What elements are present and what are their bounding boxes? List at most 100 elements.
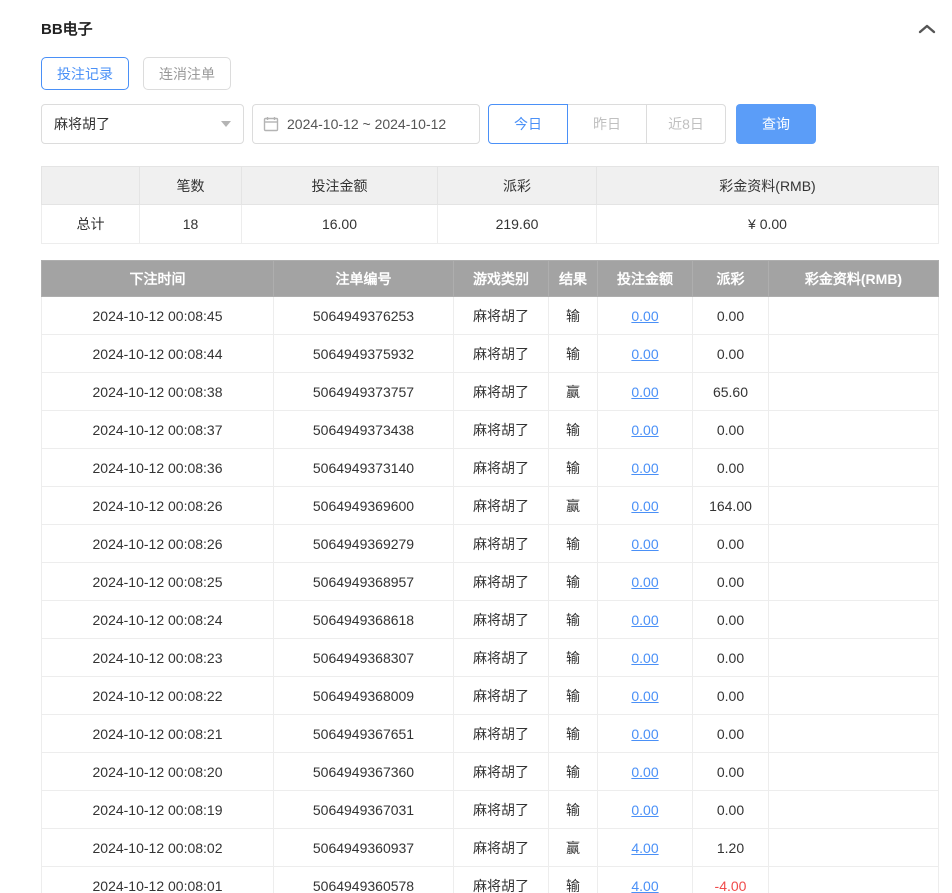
yesterday-button[interactable]: 昨日 (567, 104, 647, 144)
bet-amount-link[interactable]: 0.00 (631, 688, 658, 704)
game-type-cell: 麻将胡了 (453, 410, 549, 449)
bet-amount-link[interactable]: 0.00 (631, 802, 658, 818)
bet-time-cell: 2024-10-12 00:08:38 (41, 372, 274, 411)
game-type-select-value: 麻将胡了 (54, 116, 110, 132)
tab-bet-records[interactable]: 投注记录 (41, 57, 129, 90)
bonus-cell (768, 410, 939, 449)
result-cell: 输 (548, 752, 598, 791)
order-id-cell: 5064949368009 (273, 676, 454, 715)
payout-cell: 0.00 (692, 334, 769, 373)
game-type-cell: 麻将胡了 (453, 828, 549, 867)
bonus-cell (768, 524, 939, 563)
bonus-cell (768, 486, 939, 525)
bet-amount-link[interactable]: 4.00 (631, 878, 658, 893)
bet-amount-link[interactable]: 0.00 (631, 384, 658, 400)
order-id-cell: 5064949373438 (273, 410, 454, 449)
records-header-row: 下注时间 注单编号 游戏类别 结果 投注金额 派彩 彩金资料(RMB) (41, 260, 939, 297)
table-row: 2024-10-12 00:08:38 5064949373757 麻将胡了赢 0.0… (41, 372, 939, 411)
summary-total-count: 18 (139, 204, 242, 244)
bet-amount-cell: 4.00 (597, 866, 693, 893)
betting-records-panel: BB电子 投注记录 连消注单 麻将胡了 2024-10-12 ~ 2024-10… (0, 0, 952, 893)
bet-amount-link[interactable]: 0.00 (631, 460, 658, 476)
payout-cell: 1.20 (692, 828, 769, 867)
result-cell: 输 (548, 866, 598, 893)
game-type-cell: 麻将胡了 (453, 334, 549, 373)
today-button[interactable]: 今日 (488, 104, 568, 144)
table-row: 2024-10-12 00:08:24 5064949368618 麻将胡了输 0.0… (41, 600, 939, 639)
payout-cell: 0.00 (692, 600, 769, 639)
table-row: 2024-10-12 00:08:26 5064949369600 麻将胡了赢 0.0… (41, 486, 939, 525)
summary-total-label: 总计 (41, 204, 140, 244)
bet-amount-cell: 0.00 (597, 486, 693, 525)
bonus-cell (768, 790, 939, 829)
payout-cell: 0.00 (692, 752, 769, 791)
order-id-cell: 5064949367360 (273, 752, 454, 791)
table-row: 2024-10-12 00:08:20 5064949367360 麻将胡了输 0.0… (41, 752, 939, 791)
bet-amount-link[interactable]: 0.00 (631, 308, 658, 324)
bonus-cell (768, 448, 939, 487)
bonus-cell (768, 296, 939, 335)
result-cell: 赢 (548, 372, 598, 411)
payout-cell: 0.00 (692, 790, 769, 829)
bet-time-cell: 2024-10-12 00:08:26 (41, 524, 274, 563)
payout-cell: 0.00 (692, 448, 769, 487)
payout-cell: 0.00 (692, 676, 769, 715)
result-cell: 赢 (548, 828, 598, 867)
bet-amount-link[interactable]: 0.00 (631, 574, 658, 590)
bet-amount-link[interactable]: 0.00 (631, 726, 658, 742)
last-8-days-button[interactable]: 近8日 (646, 104, 726, 144)
chevron-down-icon (221, 121, 231, 127)
bet-amount-link[interactable]: 0.00 (631, 422, 658, 438)
filter-bar: 麻将胡了 2024-10-12 ~ 2024-10-12 今日 昨日 近8日 查… (41, 104, 938, 144)
game-type-select[interactable]: 麻将胡了 (41, 104, 244, 144)
summary-table: 笔数 投注金额 派彩 彩金资料(RMB) 总计 18 16.00 219.60 … (41, 166, 939, 244)
bet-amount-link[interactable]: 0.00 (631, 650, 658, 666)
table-row: 2024-10-12 00:08:45 5064949376253 麻将胡了输 0.0… (41, 296, 939, 335)
bet-amount-link[interactable]: 0.00 (631, 764, 658, 780)
result-cell: 输 (548, 524, 598, 563)
bonus-cell (768, 752, 939, 791)
summary-total-payout: 219.60 (437, 204, 597, 244)
bet-time-cell: 2024-10-12 00:08:26 (41, 486, 274, 525)
bet-amount-link[interactable]: 0.00 (631, 498, 658, 514)
order-id-cell: 5064949368957 (273, 562, 454, 601)
date-range-input[interactable]: 2024-10-12 ~ 2024-10-12 (252, 104, 480, 144)
payout-cell: 65.60 (692, 372, 769, 411)
bet-amount-cell: 0.00 (597, 372, 693, 411)
tab-bar: 投注记录 连消注单 (41, 57, 938, 90)
query-button[interactable]: 查询 (736, 104, 816, 144)
bet-amount-link[interactable]: 4.00 (631, 840, 658, 856)
collapse-chevron-up-icon[interactable] (916, 21, 938, 37)
result-cell: 输 (548, 600, 598, 639)
result-cell: 输 (548, 638, 598, 677)
game-type-cell: 麻将胡了 (453, 790, 549, 829)
result-cell: 输 (548, 296, 598, 335)
bet-time-cell: 2024-10-12 00:08:22 (41, 676, 274, 715)
summary-header-bonus: 彩金资料(RMB) (596, 166, 939, 205)
payout-cell: 0.00 (692, 410, 769, 449)
table-row: 2024-10-12 00:08:23 5064949368307 麻将胡了输 0.0… (41, 638, 939, 677)
bet-time-cell: 2024-10-12 00:08:36 (41, 448, 274, 487)
game-type-cell: 麻将胡了 (453, 676, 549, 715)
bonus-cell (768, 638, 939, 677)
payout-cell: 0.00 (692, 524, 769, 563)
bet-amount-link[interactable]: 0.00 (631, 346, 658, 362)
bet-amount-cell: 0.00 (597, 752, 693, 791)
payout-cell: 0.00 (692, 714, 769, 753)
table-row: 2024-10-12 00:08:37 5064949373438 麻将胡了输 0.0… (41, 410, 939, 449)
bet-amount-link[interactable]: 0.00 (631, 612, 658, 628)
tab-cancelled-orders[interactable]: 连消注单 (143, 57, 231, 90)
bonus-cell (768, 828, 939, 867)
records-header-bet-amount: 投注金额 (597, 260, 693, 297)
payout-cell: 0.00 (692, 638, 769, 677)
game-type-cell: 麻将胡了 (453, 714, 549, 753)
game-type-cell: 麻将胡了 (453, 866, 549, 893)
result-cell: 输 (548, 676, 598, 715)
table-row: 2024-10-12 00:08:21 5064949367651 麻将胡了输 0.0… (41, 714, 939, 753)
order-id-cell: 5064949369600 (273, 486, 454, 525)
bonus-cell (768, 676, 939, 715)
order-id-cell: 5064949360937 (273, 828, 454, 867)
bet-amount-link[interactable]: 0.00 (631, 536, 658, 552)
bonus-cell (768, 866, 939, 893)
bet-amount-cell: 0.00 (597, 448, 693, 487)
